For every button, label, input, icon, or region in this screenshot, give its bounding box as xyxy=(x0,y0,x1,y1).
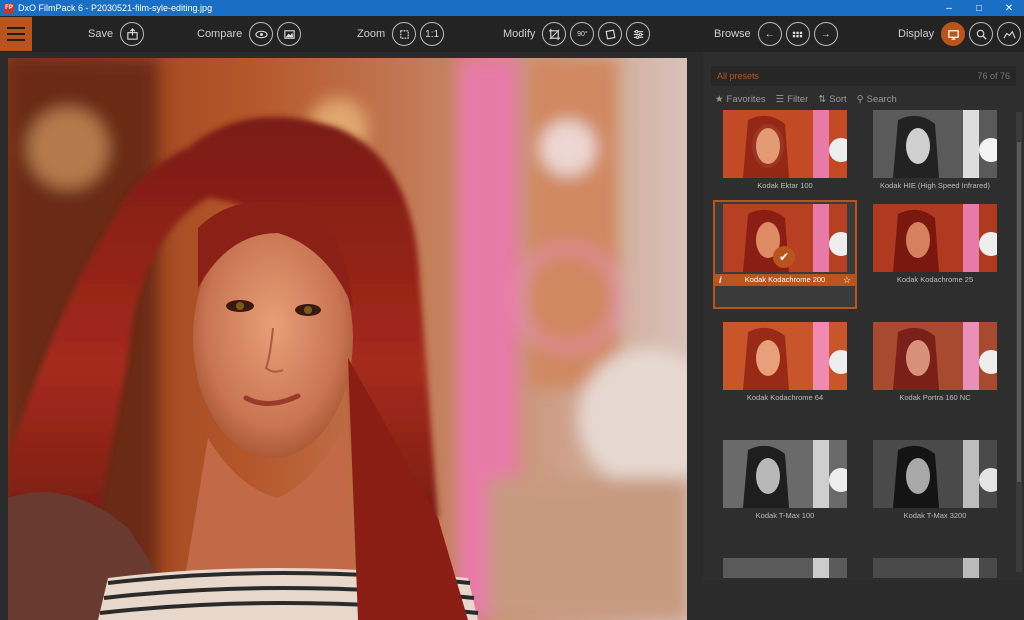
preset-thumb-image: ✔ xyxy=(723,204,847,272)
preset-filters: ★ Favorites ☰ Filter ⇅ Sort ⚲ Search xyxy=(715,94,897,105)
display-group: Display xyxy=(898,16,1022,52)
filter-button[interactable]: ☰ Filter xyxy=(776,94,809,105)
settings-sliders-icon[interactable] xyxy=(626,22,651,46)
preset-name: Kodak T-Max 3200 xyxy=(903,511,967,520)
zoom-label: Zoom xyxy=(357,28,386,40)
menu-icon[interactable] xyxy=(0,17,32,51)
preset-name-selected: i Kodak Kodachrome 200 ☆ xyxy=(715,274,855,286)
preset-thumb-image xyxy=(873,110,997,178)
sort-label: Sort xyxy=(829,94,847,105)
favorite-star-icon[interactable]: ☆ xyxy=(843,274,851,286)
preset-thumb[interactable]: Kodak Ektar 100 xyxy=(715,110,855,190)
preset-thumb-image xyxy=(873,558,997,578)
loupe-icon[interactable] xyxy=(969,22,994,46)
maximize-icon[interactable]: □ xyxy=(964,3,994,14)
preset-name: Kodak Kodachrome 25 xyxy=(896,275,974,284)
preset-name: Kodak T-Max 100 xyxy=(755,511,815,520)
zoom-group: Zoom 1:1 xyxy=(357,16,445,52)
minimize-icon[interactable]: – xyxy=(934,3,964,14)
preset-thumb[interactable] xyxy=(715,558,855,578)
histogram-icon[interactable] xyxy=(997,22,1022,46)
preset-thumb-image xyxy=(723,558,847,578)
filter-label: Filter xyxy=(787,94,809,105)
app-icon: FP xyxy=(4,3,14,13)
search-label: Search xyxy=(866,94,897,105)
info-icon[interactable]: i xyxy=(719,274,722,286)
favorites-button[interactable]: ★ Favorites xyxy=(715,94,766,105)
favorites-label: Favorites xyxy=(726,94,766,105)
preset-thumb[interactable]: Kodak T-Max 3200 xyxy=(865,440,1005,520)
zoom-1to1-button[interactable]: 1:1 xyxy=(420,22,445,46)
image-compare-icon[interactable] xyxy=(277,22,302,46)
main-photo[interactable] xyxy=(8,58,687,620)
preset-thumb-image xyxy=(723,440,847,508)
star-icon: ★ xyxy=(715,94,724,105)
sort-button[interactable]: ⇅ Sort xyxy=(818,94,846,105)
preset-category-label: All presets xyxy=(717,71,760,81)
window-title: DxO FilmPack 6 - P2030521-film-syle-edit… xyxy=(18,3,213,13)
arrow-left-icon[interactable]: ← xyxy=(757,22,782,46)
eye-icon[interactable] xyxy=(249,22,274,46)
export-icon[interactable] xyxy=(120,22,145,46)
modify-label: Modify xyxy=(503,28,536,40)
scrollbar-thumb[interactable] xyxy=(1017,142,1021,482)
straighten-icon[interactable] xyxy=(598,22,623,46)
search-icon: ⚲ xyxy=(856,94,864,105)
preset-thumb-image xyxy=(873,322,997,390)
compare-label: Compare xyxy=(197,28,243,40)
presets-panel: All presets 76 of 76 ★ Favorites ☰ Filter … xyxy=(703,52,1024,580)
panel-scrollbar[interactable] xyxy=(1016,112,1022,572)
save-label: Save xyxy=(88,28,114,40)
crop-icon[interactable] xyxy=(542,22,567,46)
modify-group: Modify 90° xyxy=(503,16,651,52)
rotate-label: 90° xyxy=(577,30,588,38)
sort-icon: ⇅ xyxy=(818,94,827,105)
checkmark-icon: ✔ xyxy=(773,246,795,268)
preset-thumb-selected[interactable]: ✔ i Kodak Kodachrome 200 ☆ xyxy=(713,200,857,309)
preset-thumb-image xyxy=(723,110,847,178)
preset-thumb-image xyxy=(873,440,997,508)
grid-icon[interactable] xyxy=(785,22,810,46)
preset-thumb[interactable]: Kodak HIE (High Speed Infrared) xyxy=(865,110,1005,190)
preset-name: Kodak Portra 160 NC xyxy=(899,393,971,402)
display-label: Display xyxy=(898,28,935,40)
title-bar: FP DxO FilmPack 6 - P2030521-film-syle-e… xyxy=(0,0,1024,16)
preset-name: Kodak Kodachrome 200 xyxy=(744,275,826,284)
preset-thumb[interactable]: Kodak Kodachrome 25 xyxy=(865,204,1005,284)
save-group: Save xyxy=(88,16,145,52)
search-button[interactable]: ⚲ Search xyxy=(857,94,897,105)
rotate-icon[interactable]: 90° xyxy=(570,22,595,46)
preset-thumb-image xyxy=(873,204,997,272)
close-icon[interactable]: ✕ xyxy=(994,3,1024,14)
preset-count: 76 of 76 xyxy=(977,71,1010,81)
preset-name: Kodak Ektar 100 xyxy=(757,181,813,190)
list-icon: ☰ xyxy=(775,94,785,105)
image-viewer xyxy=(0,52,695,620)
preset-thumb[interactable]: Kodak T-Max 100 xyxy=(715,440,855,520)
preset-thumb[interactable]: Kodak Portra 160 NC xyxy=(865,322,1005,402)
preset-thumb-image xyxy=(723,322,847,390)
preset-thumb[interactable]: Kodak Kodachrome 64 xyxy=(715,322,855,402)
arrow-right-icon[interactable]: → xyxy=(813,22,838,46)
fit-screen-icon[interactable] xyxy=(392,22,417,46)
preset-category-bar[interactable]: All presets 76 of 76 xyxy=(711,66,1016,86)
main-toolbar: Save Compare Zoom 1:1 Modify 90° Browse … xyxy=(0,16,1024,52)
preset-name: Kodak HIE (High Speed Infrared) xyxy=(879,181,991,190)
preset-thumb[interactable] xyxy=(865,558,1005,578)
preset-name: Kodak Kodachrome 64 xyxy=(746,393,824,402)
browse-group: Browse ← → xyxy=(714,16,838,52)
monitor-icon[interactable] xyxy=(941,22,966,46)
compare-group: Compare xyxy=(197,16,302,52)
browse-label: Browse xyxy=(714,28,751,40)
